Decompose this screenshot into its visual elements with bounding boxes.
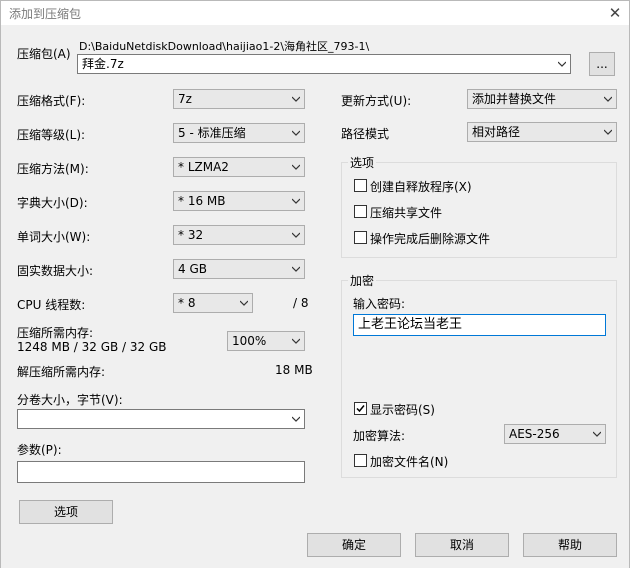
cpu-total: / 8 <box>293 296 309 310</box>
memory-detail: 1248 MB / 32 GB / 32 GB <box>17 340 167 354</box>
encryption-method-label: 加密算法: <box>353 429 406 443</box>
password-label: 输入密码: <box>353 297 406 311</box>
method-label: 压缩方法(M): <box>17 162 89 176</box>
update-value: 添加并替换文件 <box>472 92 557 106</box>
show-password-label: 显示密码(S) <box>370 403 435 417</box>
update-select[interactable]: 添加并替换文件 <box>467 89 617 109</box>
help-button[interactable]: 帮助 <box>523 533 617 557</box>
archive-name-combo[interactable]: 拜金.7z <box>77 54 571 74</box>
title-bar: 添加到压缩包 ✕ <box>1 1 629 25</box>
sfx-label: 创建自释放程序(X) <box>370 180 472 194</box>
memory-label: 压缩所需内存: <box>17 326 94 340</box>
password-input[interactable]: 上老王论坛当老王 <box>353 314 606 336</box>
encrypt-names-checkbox[interactable] <box>354 454 367 467</box>
close-icon[interactable]: ✕ <box>605 3 625 23</box>
dict-select[interactable]: * 16 MB <box>173 191 305 211</box>
level-label: 压缩等级(L): <box>17 128 86 142</box>
decompress-value: 18 MB <box>275 363 313 377</box>
solid-value: 4 GB <box>178 262 207 276</box>
archive-path: D:\BaiduNetdiskDownload\haijiao1-2\海角社区_… <box>79 40 370 53</box>
encryption-group-title: 加密 <box>348 272 377 289</box>
chevron-down-icon <box>593 430 601 438</box>
chevron-down-icon <box>292 163 300 171</box>
split-label: 分卷大小，字节(V): <box>17 393 123 407</box>
chevron-down-icon <box>240 299 248 307</box>
cancel-button[interactable]: 取消 <box>415 533 509 557</box>
encryption-method-select[interactable]: AES-256 <box>504 424 606 444</box>
chevron-down-icon <box>292 95 300 103</box>
chevron-down-icon <box>292 337 300 345</box>
options-button[interactable]: 选项 <box>19 500 113 524</box>
archive-name-value: 拜金.7z <box>82 57 124 71</box>
sfx-checkbox[interactable] <box>354 179 367 192</box>
dict-value: * 16 MB <box>178 194 226 208</box>
dialog-title: 添加到压缩包 <box>9 7 82 21</box>
cpu-value: * 8 <box>178 296 196 310</box>
dict-label: 字典大小(D): <box>17 196 88 210</box>
archive-label: 压缩包(A) <box>17 47 71 61</box>
word-value: * 32 <box>178 228 204 242</box>
delete-after-checkbox[interactable] <box>354 231 367 244</box>
memory-value: 100% <box>232 334 267 348</box>
method-value: * LZMA2 <box>178 160 229 174</box>
level-value: 5 - 标准压缩 <box>178 126 246 140</box>
params-input[interactable] <box>17 461 305 483</box>
pathmode-label: 路径模式 <box>341 127 390 141</box>
shared-files-checkbox[interactable] <box>354 205 367 218</box>
chevron-down-icon <box>292 197 300 205</box>
level-select[interactable]: 5 - 标准压缩 <box>173 123 305 143</box>
format-select[interactable]: 7z <box>173 89 305 109</box>
browse-button[interactable]: ... <box>589 52 615 76</box>
cpu-select[interactable]: * 8 <box>173 293 253 313</box>
format-label: 压缩格式(F): <box>17 94 86 108</box>
chevron-down-icon <box>292 231 300 239</box>
pathmode-select[interactable]: 相对路径 <box>467 122 617 142</box>
cpu-label: CPU 线程数: <box>17 298 86 312</box>
encrypt-names-label: 加密文件名(N) <box>370 455 449 469</box>
shared-files-label: 压缩共享文件 <box>370 206 443 220</box>
params-label: 参数(P): <box>17 443 62 457</box>
pathmode-value: 相对路径 <box>472 125 521 139</box>
add-to-archive-dialog: 添加到压缩包 ✕ 压缩包(A) D:\BaiduNetdiskDownload\… <box>0 0 630 574</box>
method-select[interactable]: * LZMA2 <box>173 157 305 177</box>
chevron-down-icon <box>292 129 300 137</box>
update-label: 更新方式(U): <box>341 94 412 108</box>
split-combo[interactable] <box>17 409 305 429</box>
encryption-method-value: AES-256 <box>509 427 560 441</box>
chevron-down-icon <box>558 60 566 68</box>
format-value: 7z <box>178 92 192 106</box>
options-group-title: 选项 <box>348 154 377 171</box>
solid-select[interactable]: 4 GB <box>173 259 305 279</box>
memory-select[interactable]: 100% <box>227 331 305 351</box>
word-select[interactable]: * 32 <box>173 225 305 245</box>
delete-after-label: 操作完成后删除源文件 <box>370 232 491 246</box>
word-label: 单词大小(W): <box>17 230 91 244</box>
chevron-down-icon <box>604 128 612 136</box>
decompress-label: 解压缩所需内存: <box>17 365 106 379</box>
chevron-down-icon <box>292 265 300 273</box>
chevron-down-icon <box>292 415 300 423</box>
show-password-checkbox[interactable] <box>354 402 367 415</box>
check-icon <box>356 405 365 413</box>
solid-label: 固实数据大小: <box>17 264 94 278</box>
ok-button[interactable]: 确定 <box>307 533 401 557</box>
chevron-down-icon <box>604 95 612 103</box>
background-strip <box>0 568 630 574</box>
